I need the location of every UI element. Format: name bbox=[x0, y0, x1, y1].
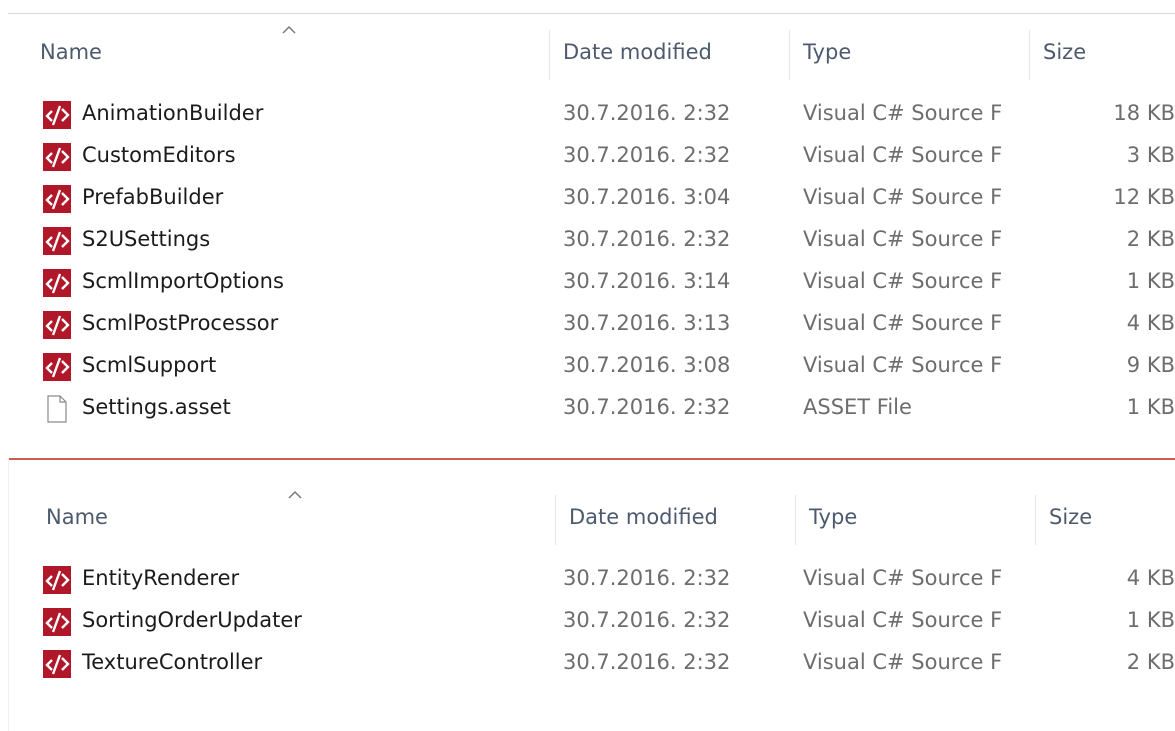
blank-file-icon bbox=[42, 394, 72, 424]
file-size: 12 KB bbox=[1113, 185, 1175, 209]
column-separator[interactable] bbox=[789, 30, 790, 80]
column-header-date-modified[interactable]: Date modified bbox=[569, 505, 718, 529]
file-date-modified: 30.7.2016. 2:32 bbox=[563, 566, 731, 590]
file-name: AnimationBuilder bbox=[82, 101, 264, 125]
file-date-modified: 30.7.2016. 2:32 bbox=[563, 608, 731, 632]
file-name: SortingOrderUpdater bbox=[82, 608, 302, 632]
file-row[interactable]: CustomEditors 30.7.2016. 2:32 Visual C# So… bbox=[0, 134, 1175, 176]
file-name: S2USettings bbox=[82, 227, 211, 251]
csharp-file-icon bbox=[42, 100, 72, 130]
csharp-file-icon bbox=[42, 268, 72, 298]
file-size: 1 KB bbox=[1126, 269, 1175, 293]
file-date-modified: 30.7.2016. 3:08 bbox=[563, 353, 731, 377]
file-rows: EntityRenderer 30.7.2016. 2:32 Visual C# S… bbox=[0, 557, 1175, 683]
file-row[interactable]: Settings.asset 30.7.2016. 2:32 ASSET File 1… bbox=[0, 386, 1175, 428]
column-header-type[interactable]: Type bbox=[803, 40, 851, 64]
file-size: 2 KB bbox=[1126, 227, 1175, 251]
file-size: 4 KB bbox=[1126, 566, 1175, 590]
csharp-file-icon bbox=[42, 142, 72, 172]
file-date-modified: 30.7.2016. 2:32 bbox=[563, 143, 731, 167]
file-type: Visual C# Source F bbox=[803, 101, 1003, 125]
file-type: Visual C# Source F bbox=[803, 269, 1003, 293]
file-rows: AnimationBuilder 30.7.2016. 2:32 Visual C#… bbox=[0, 92, 1175, 428]
column-header-name[interactable]: Name bbox=[46, 505, 108, 529]
column-header-size[interactable]: Size bbox=[1049, 505, 1092, 529]
csharp-file-icon bbox=[42, 226, 72, 256]
file-type: Visual C# Source F bbox=[803, 650, 1003, 674]
file-type: Visual C# Source F bbox=[803, 353, 1003, 377]
file-list-pane-top: Name Date modified Type Size AnimationBu… bbox=[0, 0, 1175, 423]
file-size: 2 KB bbox=[1126, 650, 1175, 674]
column-separator[interactable] bbox=[1029, 30, 1030, 80]
file-date-modified: 30.7.2016. 2:32 bbox=[563, 101, 731, 125]
file-row[interactable]: AnimationBuilder 30.7.2016. 2:32 Visual C#… bbox=[0, 92, 1175, 134]
column-header-row: Name Date modified Type Size bbox=[6, 465, 1175, 545]
column-separator[interactable] bbox=[1035, 495, 1036, 545]
csharp-file-icon bbox=[42, 310, 72, 340]
file-row[interactable]: S2USettings 30.7.2016. 2:32 Visual C# Sour… bbox=[0, 218, 1175, 260]
file-type: Visual C# Source F bbox=[803, 227, 1003, 251]
file-type: Visual C# Source F bbox=[803, 143, 1003, 167]
file-size: 3 KB bbox=[1126, 143, 1175, 167]
column-header-type[interactable]: Type bbox=[809, 505, 857, 529]
column-header-date-modified[interactable]: Date modified bbox=[563, 40, 712, 64]
pane-divider bbox=[8, 458, 1175, 460]
file-row[interactable]: EntityRenderer 30.7.2016. 2:32 Visual C# S… bbox=[0, 557, 1175, 599]
file-date-modified: 30.7.2016. 2:32 bbox=[563, 650, 731, 674]
file-row[interactable]: ScmlSupport 30.7.2016. 3:08 Visual C# Sour… bbox=[0, 344, 1175, 386]
column-separator[interactable] bbox=[795, 495, 796, 545]
file-type: Visual C# Source F bbox=[803, 566, 1003, 590]
file-name: CustomEditors bbox=[82, 143, 236, 167]
file-size: 4 KB bbox=[1126, 311, 1175, 335]
column-separator[interactable] bbox=[555, 495, 556, 545]
column-header-row: Name Date modified Type Size bbox=[0, 0, 1175, 80]
file-row[interactable]: TextureController 30.7.2016. 2:32 Visual C… bbox=[0, 641, 1175, 683]
file-size: 18 KB bbox=[1113, 101, 1175, 125]
file-name: EntityRenderer bbox=[82, 566, 240, 590]
file-name: ScmlPostProcessor bbox=[82, 311, 279, 335]
csharp-file-icon bbox=[42, 565, 72, 595]
file-date-modified: 30.7.2016. 3:04 bbox=[563, 185, 731, 209]
file-row[interactable]: SortingOrderUpdater 30.7.2016. 2:32 Visual… bbox=[0, 599, 1175, 641]
file-row[interactable]: ScmlPostProcessor 30.7.2016. 3:13 Visual C… bbox=[0, 302, 1175, 344]
column-header-size[interactable]: Size bbox=[1043, 40, 1086, 64]
sort-ascending-icon[interactable] bbox=[280, 24, 298, 36]
file-type: Visual C# Source F bbox=[803, 185, 1003, 209]
file-size: 1 KB bbox=[1126, 395, 1175, 419]
file-type: Visual C# Source F bbox=[803, 608, 1003, 632]
file-row[interactable]: PrefabBuilder 30.7.2016. 3:04 Visual C# So… bbox=[0, 176, 1175, 218]
file-name: ScmlSupport bbox=[82, 353, 217, 377]
file-name: PrefabBuilder bbox=[82, 185, 224, 209]
sort-ascending-icon[interactable] bbox=[286, 489, 304, 501]
csharp-file-icon bbox=[42, 649, 72, 679]
file-date-modified: 30.7.2016. 2:32 bbox=[563, 227, 731, 251]
file-date-modified: 30.7.2016. 3:14 bbox=[563, 269, 731, 293]
file-name: Settings.asset bbox=[82, 395, 231, 419]
file-date-modified: 30.7.2016. 2:32 bbox=[563, 395, 731, 419]
file-row[interactable]: ScmlImportOptions 30.7.2016. 3:14 Visual C… bbox=[0, 260, 1175, 302]
csharp-file-icon bbox=[42, 184, 72, 214]
file-size: 9 KB bbox=[1126, 353, 1175, 377]
file-name: ScmlImportOptions bbox=[82, 269, 284, 293]
file-date-modified: 30.7.2016. 3:13 bbox=[563, 311, 731, 335]
column-header-name[interactable]: Name bbox=[40, 40, 102, 64]
file-type: Visual C# Source F bbox=[803, 311, 1003, 335]
file-size: 1 KB bbox=[1126, 608, 1175, 632]
file-name: TextureController bbox=[82, 650, 263, 674]
file-list-pane-bottom: Name Date modified Type Size EntityRende… bbox=[0, 465, 1175, 678]
file-type: ASSET File bbox=[803, 395, 912, 419]
csharp-file-icon bbox=[42, 352, 72, 382]
column-separator[interactable] bbox=[549, 30, 550, 80]
csharp-file-icon bbox=[42, 607, 72, 637]
